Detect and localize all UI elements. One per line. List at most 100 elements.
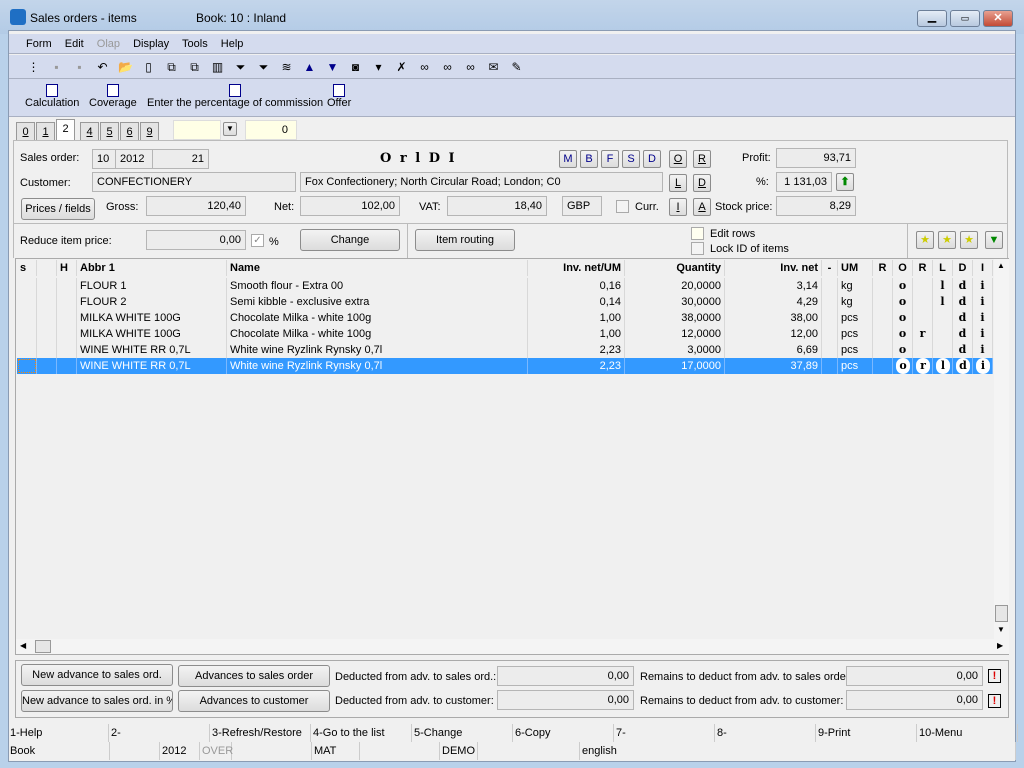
filter-icon[interactable]: ⏷	[231, 59, 250, 75]
tab-2[interactable]: 2	[56, 119, 75, 141]
close-button[interactable]: ✕	[983, 10, 1013, 27]
menu-edit[interactable]: Edit	[65, 38, 84, 50]
tab-9[interactable]: 9	[140, 122, 159, 141]
tree-icon[interactable]: ⋮	[24, 59, 43, 75]
function-key-7[interactable]: 7-	[614, 724, 715, 742]
function-key-8[interactable]: 8-	[715, 724, 816, 742]
menu-help[interactable]: Help	[221, 38, 244, 50]
binoculars-prev-icon[interactable]: ∞	[461, 59, 480, 75]
function-key-4[interactable]: 4-Go to the list	[311, 724, 412, 742]
change-button[interactable]: Change	[300, 229, 400, 251]
button-d[interactable]: D	[643, 150, 661, 168]
dropdown-icon[interactable]: ▾	[369, 59, 388, 75]
warning-icon[interactable]: !	[988, 694, 1001, 708]
new-document-icon[interactable]: ▯	[139, 59, 158, 75]
tab-6[interactable]: 6	[120, 122, 139, 141]
reduce-price-field[interactable]: 0,00	[146, 230, 246, 250]
button-side-i[interactable]: I	[669, 198, 687, 216]
offer-button[interactable]: Offer	[327, 84, 351, 109]
table-row[interactable]: MILKA WHITE 100G Chocolate Milka - white …	[17, 326, 993, 342]
button-side-l[interactable]: L	[669, 174, 687, 192]
column-header[interactable]: H	[57, 260, 77, 276]
percent-checkbox[interactable]: ✓	[251, 234, 264, 247]
column-header[interactable]: O	[893, 260, 913, 276]
column-header[interactable]: D	[953, 260, 973, 276]
function-key-10[interactable]: 10-Menu	[917, 724, 1018, 742]
undo-icon[interactable]: ↶	[93, 59, 112, 75]
minimize-button[interactable]: ▁	[917, 10, 947, 27]
money-icon[interactable]: ≋	[277, 59, 296, 75]
camera-icon[interactable]: ◙	[346, 59, 365, 75]
binoculars-icon[interactable]: ∞	[415, 59, 434, 75]
copy-icon[interactable]: ⧉	[162, 59, 181, 75]
commission-button[interactable]: Enter the percentage of commission	[147, 84, 323, 109]
button-b[interactable]: B	[580, 150, 598, 168]
function-key-2[interactable]: 2-	[109, 724, 210, 742]
table-row[interactable]: FLOUR 2 Semi kibble - exclusive extra 0,14…	[17, 294, 993, 310]
paste-icon[interactable]: ⧉	[185, 59, 204, 75]
star-filter-icon-button[interactable]: ▼	[985, 231, 1003, 249]
scroll-thumb[interactable]	[35, 640, 51, 653]
button-s[interactable]: S	[622, 150, 640, 168]
button-side-o[interactable]: O	[669, 150, 687, 168]
new-advance-button[interactable]: New advance to sales ord.	[21, 664, 173, 686]
column-header[interactable]: R	[913, 260, 933, 276]
star-remove-icon-button[interactable]: ★	[960, 231, 978, 249]
star-icon-button[interactable]: ★	[916, 231, 934, 249]
book-icon[interactable]: ▥	[208, 59, 227, 75]
table-row[interactable]: WINE WHITE RR 0,7L White wine Ryzlink Ryn…	[17, 358, 993, 374]
table-row[interactable]: MILKA WHITE 100G Chocolate Milka - white …	[17, 310, 993, 326]
maximize-button[interactable]: ▭	[950, 10, 980, 27]
tab-1[interactable]: 1	[36, 122, 55, 141]
edit-note-icon[interactable]: ✎	[507, 59, 526, 75]
button-f[interactable]: F	[601, 150, 619, 168]
button-side-d[interactable]: D	[693, 174, 711, 192]
binoculars-next-icon[interactable]: ∞	[438, 59, 457, 75]
column-header[interactable]: s	[17, 260, 37, 276]
column-header[interactable]: Abbr 1	[77, 260, 227, 276]
menu-form[interactable]: Form	[26, 38, 52, 50]
button-side-r[interactable]: R	[693, 150, 711, 168]
function-key-6[interactable]: 6-Copy	[513, 724, 614, 742]
horizontal-scrollbar[interactable]: ◀ ▶	[16, 639, 1009, 654]
column-header[interactable]	[37, 260, 57, 276]
save-as-icon[interactable]: ▪	[70, 59, 89, 75]
column-header[interactable]: Name	[227, 260, 528, 276]
column-header[interactable]: R	[873, 260, 893, 276]
arrow-up-icon[interactable]: ▲	[300, 59, 319, 75]
lock-id-checkbox[interactable]	[691, 242, 704, 255]
calculation-button[interactable]: Calculation	[25, 84, 79, 109]
function-key-5[interactable]: 5-Change	[412, 724, 513, 742]
upload-button[interactable]: ⬆	[836, 173, 854, 191]
excel-icon[interactable]: ✗	[392, 59, 411, 75]
column-header[interactable]: I	[973, 260, 993, 276]
star-add-icon-button[interactable]: ★	[938, 231, 956, 249]
combo-dropdown-button[interactable]: ▼	[223, 122, 237, 136]
open-folder-icon[interactable]: 📂	[116, 59, 135, 75]
scroll-thumb[interactable]	[995, 605, 1008, 622]
save-icon[interactable]: ▪	[47, 59, 66, 75]
coverage-button[interactable]: Coverage	[89, 84, 137, 109]
tab-5[interactable]: 5	[100, 122, 119, 141]
column-header[interactable]: Inv. net/UM	[528, 260, 625, 276]
function-key-1[interactable]: 1-Help	[8, 724, 109, 742]
edit-rows-checkbox[interactable]	[691, 227, 704, 240]
filter-document-icon[interactable]: ⏷	[254, 59, 273, 75]
currency-checkbox[interactable]	[616, 200, 629, 213]
column-header[interactable]: UM	[838, 260, 873, 276]
button-m[interactable]: M	[559, 150, 577, 168]
filter-combo[interactable]	[173, 120, 221, 140]
vertical-scrollbar[interactable]: ▲ ▼	[994, 259, 1009, 639]
tab-4[interactable]: 4	[80, 122, 99, 141]
column-header[interactable]: Quantity	[625, 260, 725, 276]
prices-fields-button[interactable]: Prices / fields	[21, 198, 95, 220]
function-key-3[interactable]: 3-Refresh/Restore	[210, 724, 311, 742]
menu-display[interactable]: Display	[133, 38, 169, 50]
menu-tools[interactable]: Tools	[182, 38, 208, 50]
advances-to-customer-button[interactable]: Advances to customer	[178, 690, 330, 712]
advances-to-sales-order-button[interactable]: Advances to sales order	[178, 665, 330, 687]
mail-icon[interactable]: ✉	[484, 59, 503, 75]
button-side-a[interactable]: A	[693, 198, 711, 216]
column-header[interactable]: Inv. net	[725, 260, 822, 276]
tab-0[interactable]: 0	[16, 122, 35, 141]
